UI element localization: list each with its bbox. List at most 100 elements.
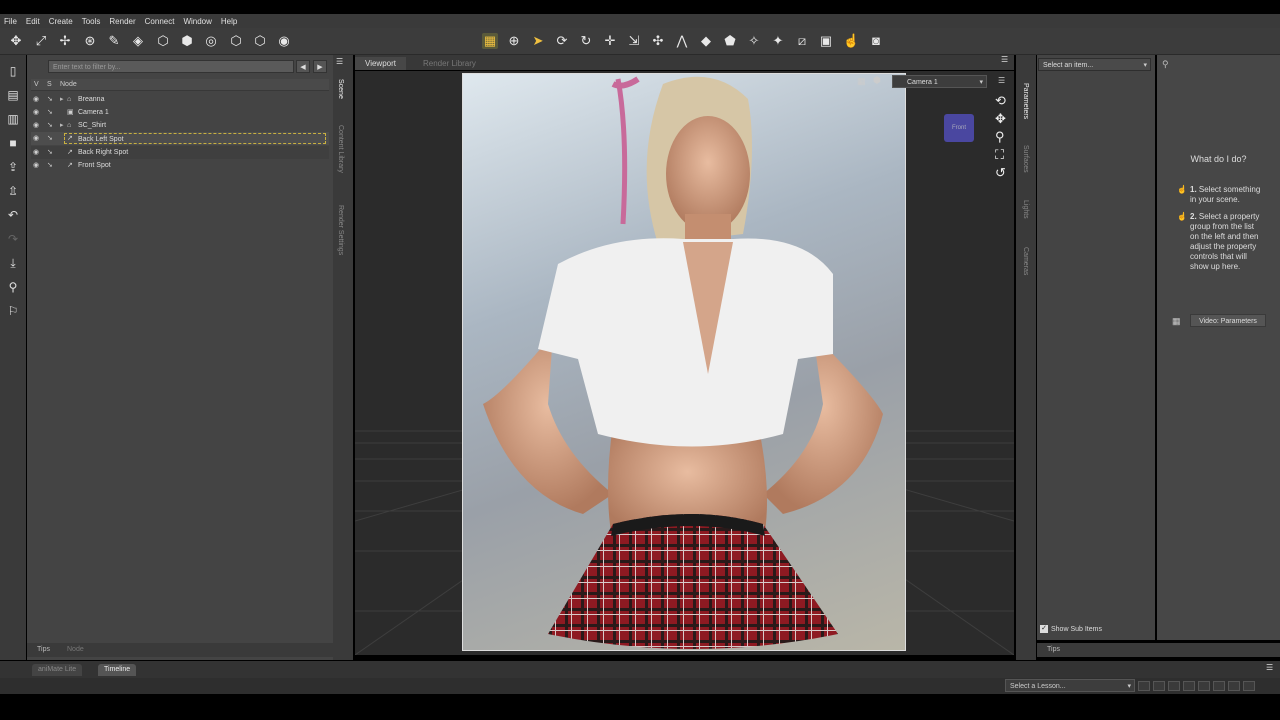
lesson-next-button[interactable] [1228, 681, 1240, 691]
lesson-step-button[interactable] [1213, 681, 1225, 691]
eye-icon[interactable]: ◉ [33, 132, 39, 145]
select-arrow-icon[interactable]: ➘ [47, 146, 53, 159]
scene-filter-input[interactable]: Enter text to filter by... [48, 60, 294, 73]
universal-icon[interactable]: ⊕ [506, 33, 522, 49]
search-icon[interactable]: ⚲ [1162, 59, 1169, 70]
tab-scene[interactable]: Scene [337, 79, 344, 99]
figure-icon[interactable]: ⚲ [5, 279, 21, 295]
rotate-icon[interactable]: ↻ [578, 33, 594, 49]
scene-node-row[interactable]: ◉ ➘ ▸ ⌂ SC_Shirt [31, 119, 329, 132]
orbit-icon[interactable]: ⟳ [554, 33, 570, 49]
pane-menu-icon[interactable]: ☰ [1001, 55, 1013, 65]
lesson-step-button[interactable] [1183, 681, 1195, 691]
eye-icon[interactable]: ◉ [33, 146, 39, 159]
lesson-prev-button[interactable] [1153, 681, 1165, 691]
menu-file[interactable]: File [0, 17, 22, 26]
active-pose-icon[interactable]: ◉ [276, 33, 292, 49]
view-cube[interactable]: Front [944, 114, 974, 142]
joint-editor-icon[interactable]: ⤢ [33, 33, 49, 49]
col-node[interactable]: Node [60, 79, 77, 90]
save-icon[interactable]: ■ [5, 135, 21, 151]
eye-icon[interactable]: ◉ [33, 106, 39, 119]
tab-cameras[interactable]: Cameras [1022, 247, 1029, 275]
menu-tools[interactable]: Tools [78, 17, 106, 26]
transform-icon[interactable]: ✢ [57, 33, 73, 49]
tab-render-library[interactable]: Render Library [413, 57, 486, 70]
expand-arrow-icon[interactable]: ▸ [60, 119, 64, 132]
redo-icon[interactable]: ↷ [5, 231, 21, 247]
camera-select[interactable]: Camera 1 ▾ [892, 75, 987, 88]
select-arrow-icon[interactable]: ➘ [47, 132, 53, 145]
scene-node-row[interactable]: ◉ ➘ ▣ Camera 1 [31, 106, 329, 119]
lesson-last-button[interactable] [1243, 681, 1255, 691]
region-select-icon[interactable]: ⧄ [794, 33, 810, 49]
geometry-editor-icon[interactable]: ◈ [130, 33, 146, 49]
brush-icon[interactable]: ✧ [746, 33, 762, 49]
frame-camera-icon[interactable]: ⛶ [995, 147, 1004, 163]
frame-icon[interactable]: ▣ [818, 33, 834, 49]
show-sub-items-toggle[interactable]: ✓ Show Sub Items [1040, 624, 1150, 636]
merge-icon[interactable]: ▥ [5, 111, 21, 127]
region-icon[interactable]: ⬢ [179, 33, 195, 49]
lesson-select[interactable]: Select a Lesson... ▾ [1005, 679, 1135, 692]
draw-style-icon[interactable]: ▦ [857, 76, 869, 87]
tab-node[interactable]: Node [61, 644, 90, 656]
pane-menu-icon[interactable]: ☰ [1266, 663, 1273, 672]
eye-icon[interactable]: ◉ [33, 119, 39, 132]
menu-connect[interactable]: Connect [141, 17, 180, 26]
morph-icon[interactable]: ◆ [698, 33, 714, 49]
tab-render-settings[interactable]: Render Settings [337, 205, 344, 255]
spot-render-icon[interactable]: ⬡ [228, 33, 244, 49]
scene-node-row-selected[interactable]: ◉ ➘ ↗ Back Left Spot [31, 132, 329, 145]
export-icon[interactable]: ⇫ [5, 183, 21, 199]
pan-camera-icon[interactable]: ✥ [995, 111, 1006, 127]
prev-button[interactable]: ◀ [296, 60, 310, 73]
bend-icon[interactable]: ⋀ [674, 33, 690, 49]
paint-icon[interactable]: ⬟ [722, 33, 738, 49]
scale-icon[interactable]: ⇲ [626, 33, 642, 49]
checkbox-checked-icon[interactable]: ✓ [1040, 625, 1048, 634]
translate-icon[interactable]: ✛ [602, 33, 618, 49]
drop-to-floor-icon[interactable]: ⤓ [5, 255, 21, 271]
tab-timeline[interactable]: Timeline [98, 664, 137, 676]
menu-render[interactable]: Render [105, 17, 140, 26]
lesson-step-button[interactable] [1198, 681, 1210, 691]
pane-menu-icon[interactable]: ☰ [336, 57, 348, 67]
snapshot-icon[interactable]: ◙ [868, 33, 884, 49]
import-icon[interactable]: ⇪ [5, 159, 21, 175]
tab-viewport[interactable]: Viewport [355, 57, 406, 70]
rig-icon[interactable]: ◎ [203, 33, 219, 49]
pose-icon[interactable]: ⚐ [5, 303, 21, 319]
eye-icon[interactable]: ◉ [33, 93, 39, 106]
new-file-icon[interactable]: ▯ [5, 63, 21, 79]
tab-lights[interactable]: Lights [1022, 200, 1029, 219]
viewport-menu-icon[interactable]: ☰ [998, 76, 1010, 87]
tab-content-library[interactable]: Content Library [337, 125, 344, 173]
select-arrow-icon[interactable]: ➘ [47, 119, 53, 132]
cube-view-icon[interactable]: ⬢ [873, 75, 885, 86]
tab-tips[interactable]: Tips [31, 644, 56, 656]
next-button[interactable]: ▶ [313, 60, 327, 73]
twist-icon[interactable]: ✣ [650, 33, 666, 49]
undo-icon[interactable]: ↶ [5, 207, 21, 223]
expand-arrow-icon[interactable]: ▸ [60, 93, 64, 106]
select-arrow-icon[interactable]: ➘ [47, 106, 53, 119]
select-icon[interactable]: ✦ [770, 33, 786, 49]
open-folder-icon[interactable]: ▤ [5, 87, 21, 103]
select-arrow-icon[interactable]: ➘ [47, 93, 53, 106]
video-parameters-button[interactable]: Video: Parameters [1190, 314, 1266, 327]
zoom-camera-icon[interactable]: ⚲ [995, 129, 1005, 145]
reset-camera-icon[interactable]: ↺ [995, 165, 1006, 181]
scene-node-row[interactable]: ◉ ➘ ↗ Front Spot [31, 159, 329, 172]
orbit-camera-icon[interactable]: ⟲ [995, 93, 1006, 109]
surface-selection-icon[interactable]: ✎ [106, 33, 122, 49]
pointer-icon[interactable]: ➤ [530, 33, 546, 49]
select-arrow-icon[interactable]: ➘ [47, 159, 53, 172]
eye-icon[interactable]: ◉ [33, 159, 39, 172]
col-selectable[interactable]: S [47, 79, 52, 90]
scene-node-row[interactable]: ◉ ➘ ▸ ⌂ Breanna [31, 93, 329, 106]
menu-create[interactable]: Create [45, 17, 78, 26]
node-selection-icon[interactable]: ✥ [8, 33, 24, 49]
tab-surfaces[interactable]: Surfaces [1022, 145, 1029, 173]
scene-node-row[interactable]: ◉ ➘ ↗ Back Right Spot [31, 146, 329, 159]
